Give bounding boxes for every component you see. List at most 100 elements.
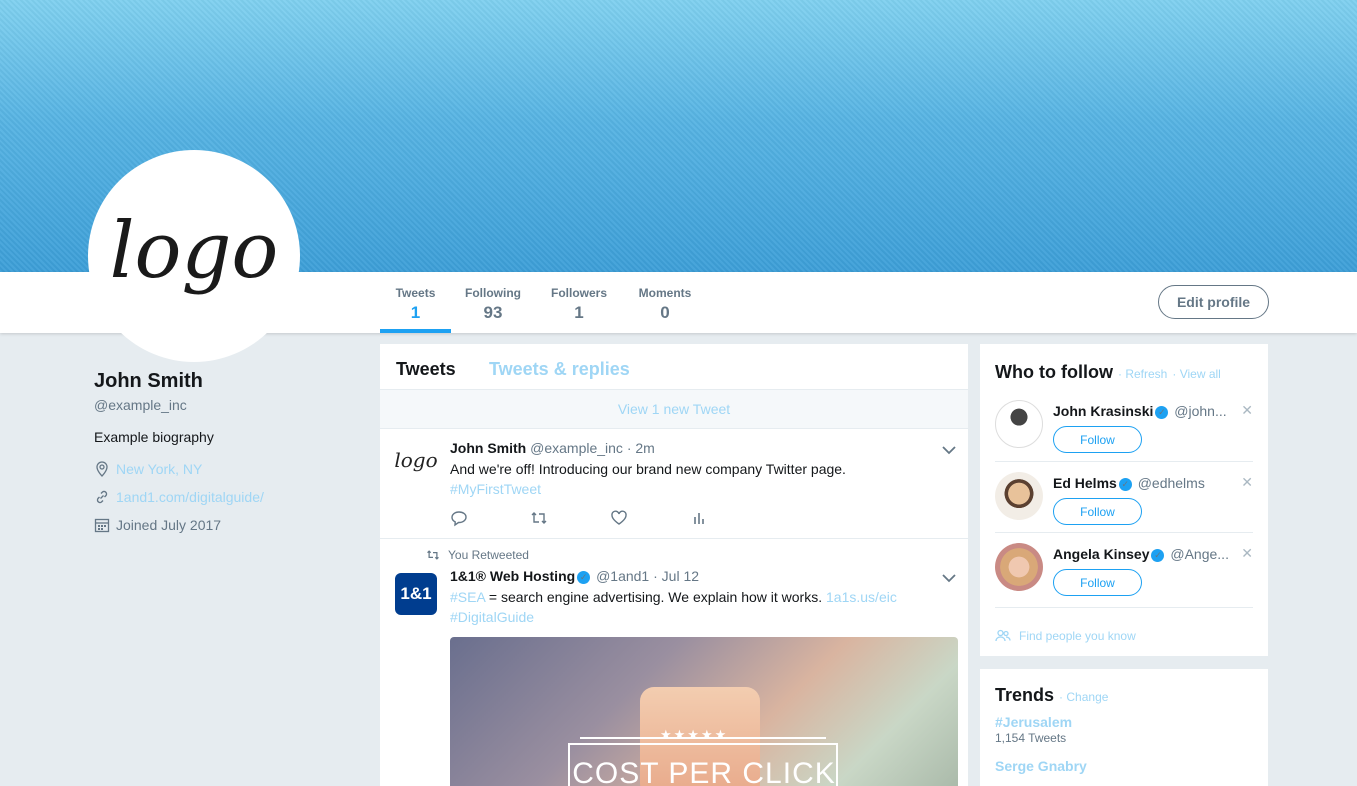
tweet-body: And we're off! Introducing our brand new… <box>450 461 846 477</box>
profile-name[interactable]: John Smith <box>94 370 354 393</box>
edit-profile-button[interactable]: Edit profile <box>1158 285 1269 319</box>
trend-item-count: 1,154 Tweets <box>995 731 1067 745</box>
analytics-icon[interactable] <box>690 509 708 527</box>
chevron-down-icon[interactable] <box>942 445 956 455</box>
timeline-tabs: Tweets Tweets & replies <box>380 344 968 390</box>
suggested-user-name[interactable]: John Krasinski ✓ @john... <box>1053 403 1238 419</box>
profile-avatar[interactable]: logo <box>88 150 300 362</box>
stat-following[interactable]: Following 93 <box>458 272 528 333</box>
tweet-header: 1&1® Web Hosting ✓ @1and1 · Jul 12 <box>450 568 699 584</box>
reply-icon[interactable] <box>450 509 468 527</box>
tweet-time[interactable]: · Jul 12 <box>653 568 699 584</box>
trends-heading: Trends <box>995 685 1055 705</box>
stat-followers-value: 1 <box>574 303 584 322</box>
tweet-hashtag[interactable]: #MyFirstTweet <box>450 479 950 499</box>
verified-badge-icon: ✓ <box>577 570 591 584</box>
suggested-user-name[interactable]: Ed Helms ✓ @edhelms <box>1053 475 1238 491</box>
trend-item-name[interactable]: #Jerusalem <box>995 714 1072 730</box>
tweet-actions <box>450 509 770 527</box>
chevron-down-icon[interactable] <box>942 573 956 583</box>
stat-following-label: Following <box>465 286 521 300</box>
who-to-follow-heading: Who to follow <box>995 362 1113 382</box>
tweet-text: And we're off! Introducing our brand new… <box>450 459 950 499</box>
user-avatar[interactable] <box>995 472 1043 520</box>
user-handle[interactable]: @edhelms <box>1138 475 1205 491</box>
dismiss-close-icon[interactable]: ✕ <box>1241 474 1253 491</box>
user-avatar[interactable] <box>995 543 1043 591</box>
trends-title: Trends · Change <box>995 685 1108 706</box>
tweet-hashtag-sea[interactable]: #SEA <box>450 589 485 605</box>
retweet-context-label: You Retweeted <box>448 548 529 562</box>
tweet-time[interactable]: · 2m <box>627 440 655 456</box>
tweet-header: John Smith @example_inc · 2m <box>450 440 655 456</box>
trends-change-link[interactable]: · Change <box>1059 690 1108 704</box>
view-new-tweets-bar[interactable]: View 1 new Tweet <box>380 390 968 429</box>
location-pin-icon <box>96 461 108 477</box>
tweet-hashtag-digitalguide[interactable]: #DigitalGuide <box>450 607 950 627</box>
people-icon <box>995 629 1011 642</box>
stat-tweets-value: 1 <box>410 303 421 322</box>
profile-card: John Smith @example_inc Example biograph… <box>94 370 354 533</box>
tweet-author-handle[interactable]: @example_inc <box>530 440 623 456</box>
like-heart-icon[interactable] <box>610 509 628 527</box>
who-to-follow-card: Who to follow · Refresh · View all John … <box>980 344 1268 656</box>
verified-badge-icon: ✓ <box>1118 477 1132 491</box>
trends-card: Trends · Change #Jerusalem 1,154 Tweets … <box>980 669 1268 786</box>
find-people-text: Find people you know <box>1019 629 1136 643</box>
stat-tweets[interactable]: Tweets 1 <box>380 272 451 333</box>
brand-1and1-logo: 1&1 <box>400 584 432 603</box>
dismiss-close-icon[interactable]: ✕ <box>1241 402 1253 419</box>
profile-website-link[interactable]: 1and1.com/digitalguide/ <box>116 489 264 505</box>
user-avatar[interactable] <box>995 400 1043 448</box>
retweet-icon[interactable] <box>530 509 548 527</box>
avatar-logo-text: logo <box>109 206 279 296</box>
dismiss-close-icon[interactable]: ✕ <box>1241 545 1253 562</box>
profile-joined: Joined July 2017 <box>94 517 354 533</box>
tweet-media-image[interactable]: ★★★★★ COST PER CLICK <box>450 637 958 786</box>
tweet-author-handle[interactable]: @1and1 <box>596 568 649 584</box>
tweet-author-name[interactable]: John Smith <box>450 440 526 456</box>
stat-following-value: 93 <box>483 303 503 322</box>
retweet-small-icon <box>427 550 439 560</box>
stat-tweets-label: Tweets <box>395 286 436 300</box>
tweet-body: = search engine advertising. We explain … <box>485 589 827 605</box>
stat-followers-label: Followers <box>550 286 607 300</box>
verified-badge-icon: ✓ <box>1155 405 1169 419</box>
follow-button[interactable]: Follow <box>1053 426 1142 453</box>
user-display-name[interactable]: John Krasinski <box>1053 403 1153 419</box>
follow-button[interactable]: Follow <box>1053 569 1142 596</box>
suggested-user-name[interactable]: Angela Kinsey ✓ @Ange... <box>1053 546 1238 562</box>
user-handle[interactable]: @john... <box>1174 403 1226 419</box>
find-people-link[interactable]: Find people you know <box>995 607 1253 644</box>
refresh-link[interactable]: · Refresh <box>1118 367 1167 381</box>
link-icon <box>96 490 108 504</box>
tweet-item[interactable]: You Retweeted 1&1 1&1® Web Hosting ✓ @1an… <box>380 539 968 786</box>
view-all-link[interactable]: · View all <box>1172 367 1220 381</box>
suggested-user: Angela Kinsey ✓ @Ange... ✕ Follow <box>995 532 1253 602</box>
tweet-avatar-1and1[interactable]: 1&1 <box>395 573 437 615</box>
suggested-user: Ed Helms ✓ @edhelms ✕ Follow <box>995 461 1253 531</box>
tweet-item[interactable]: logo John Smith @example_inc · 2m And we… <box>380 429 968 539</box>
profile-handle[interactable]: @example_inc <box>94 397 354 413</box>
profile-location: New York, NY <box>94 461 354 477</box>
verified-badge-icon: ✓ <box>1151 548 1165 562</box>
media-caption: COST PER CLICK <box>572 757 836 786</box>
tweet-avatar-logo: logo <box>394 448 438 472</box>
stat-moments[interactable]: Moments 0 <box>630 272 700 333</box>
stat-followers[interactable]: Followers 1 <box>544 272 614 333</box>
timeline: Tweets Tweets & replies View 1 new Tweet… <box>380 344 968 786</box>
trend-item-name[interactable]: Serge Gnabry <box>995 758 1087 774</box>
tweet-avatar[interactable]: logo <box>394 439 438 481</box>
user-display-name[interactable]: Ed Helms <box>1053 475 1117 491</box>
tab-tweets[interactable]: Tweets <box>396 359 456 380</box>
tweet-link[interactable]: 1a1s.us/eic <box>826 589 897 605</box>
follow-button[interactable]: Follow <box>1053 498 1142 525</box>
suggested-user: John Krasinski ✓ @john... ✕ Follow <box>995 390 1253 460</box>
who-to-follow-title: Who to follow · Refresh · View all <box>995 362 1221 383</box>
tweet-author-name[interactable]: 1&1® Web Hosting <box>450 568 575 584</box>
user-handle[interactable]: @Ange... <box>1170 546 1229 562</box>
user-display-name[interactable]: Angela Kinsey <box>1053 546 1149 562</box>
profile-bio: Example biography <box>94 429 214 445</box>
tab-tweets-and-replies[interactable]: Tweets & replies <box>489 359 630 380</box>
profile-location-text[interactable]: New York, NY <box>116 461 202 477</box>
